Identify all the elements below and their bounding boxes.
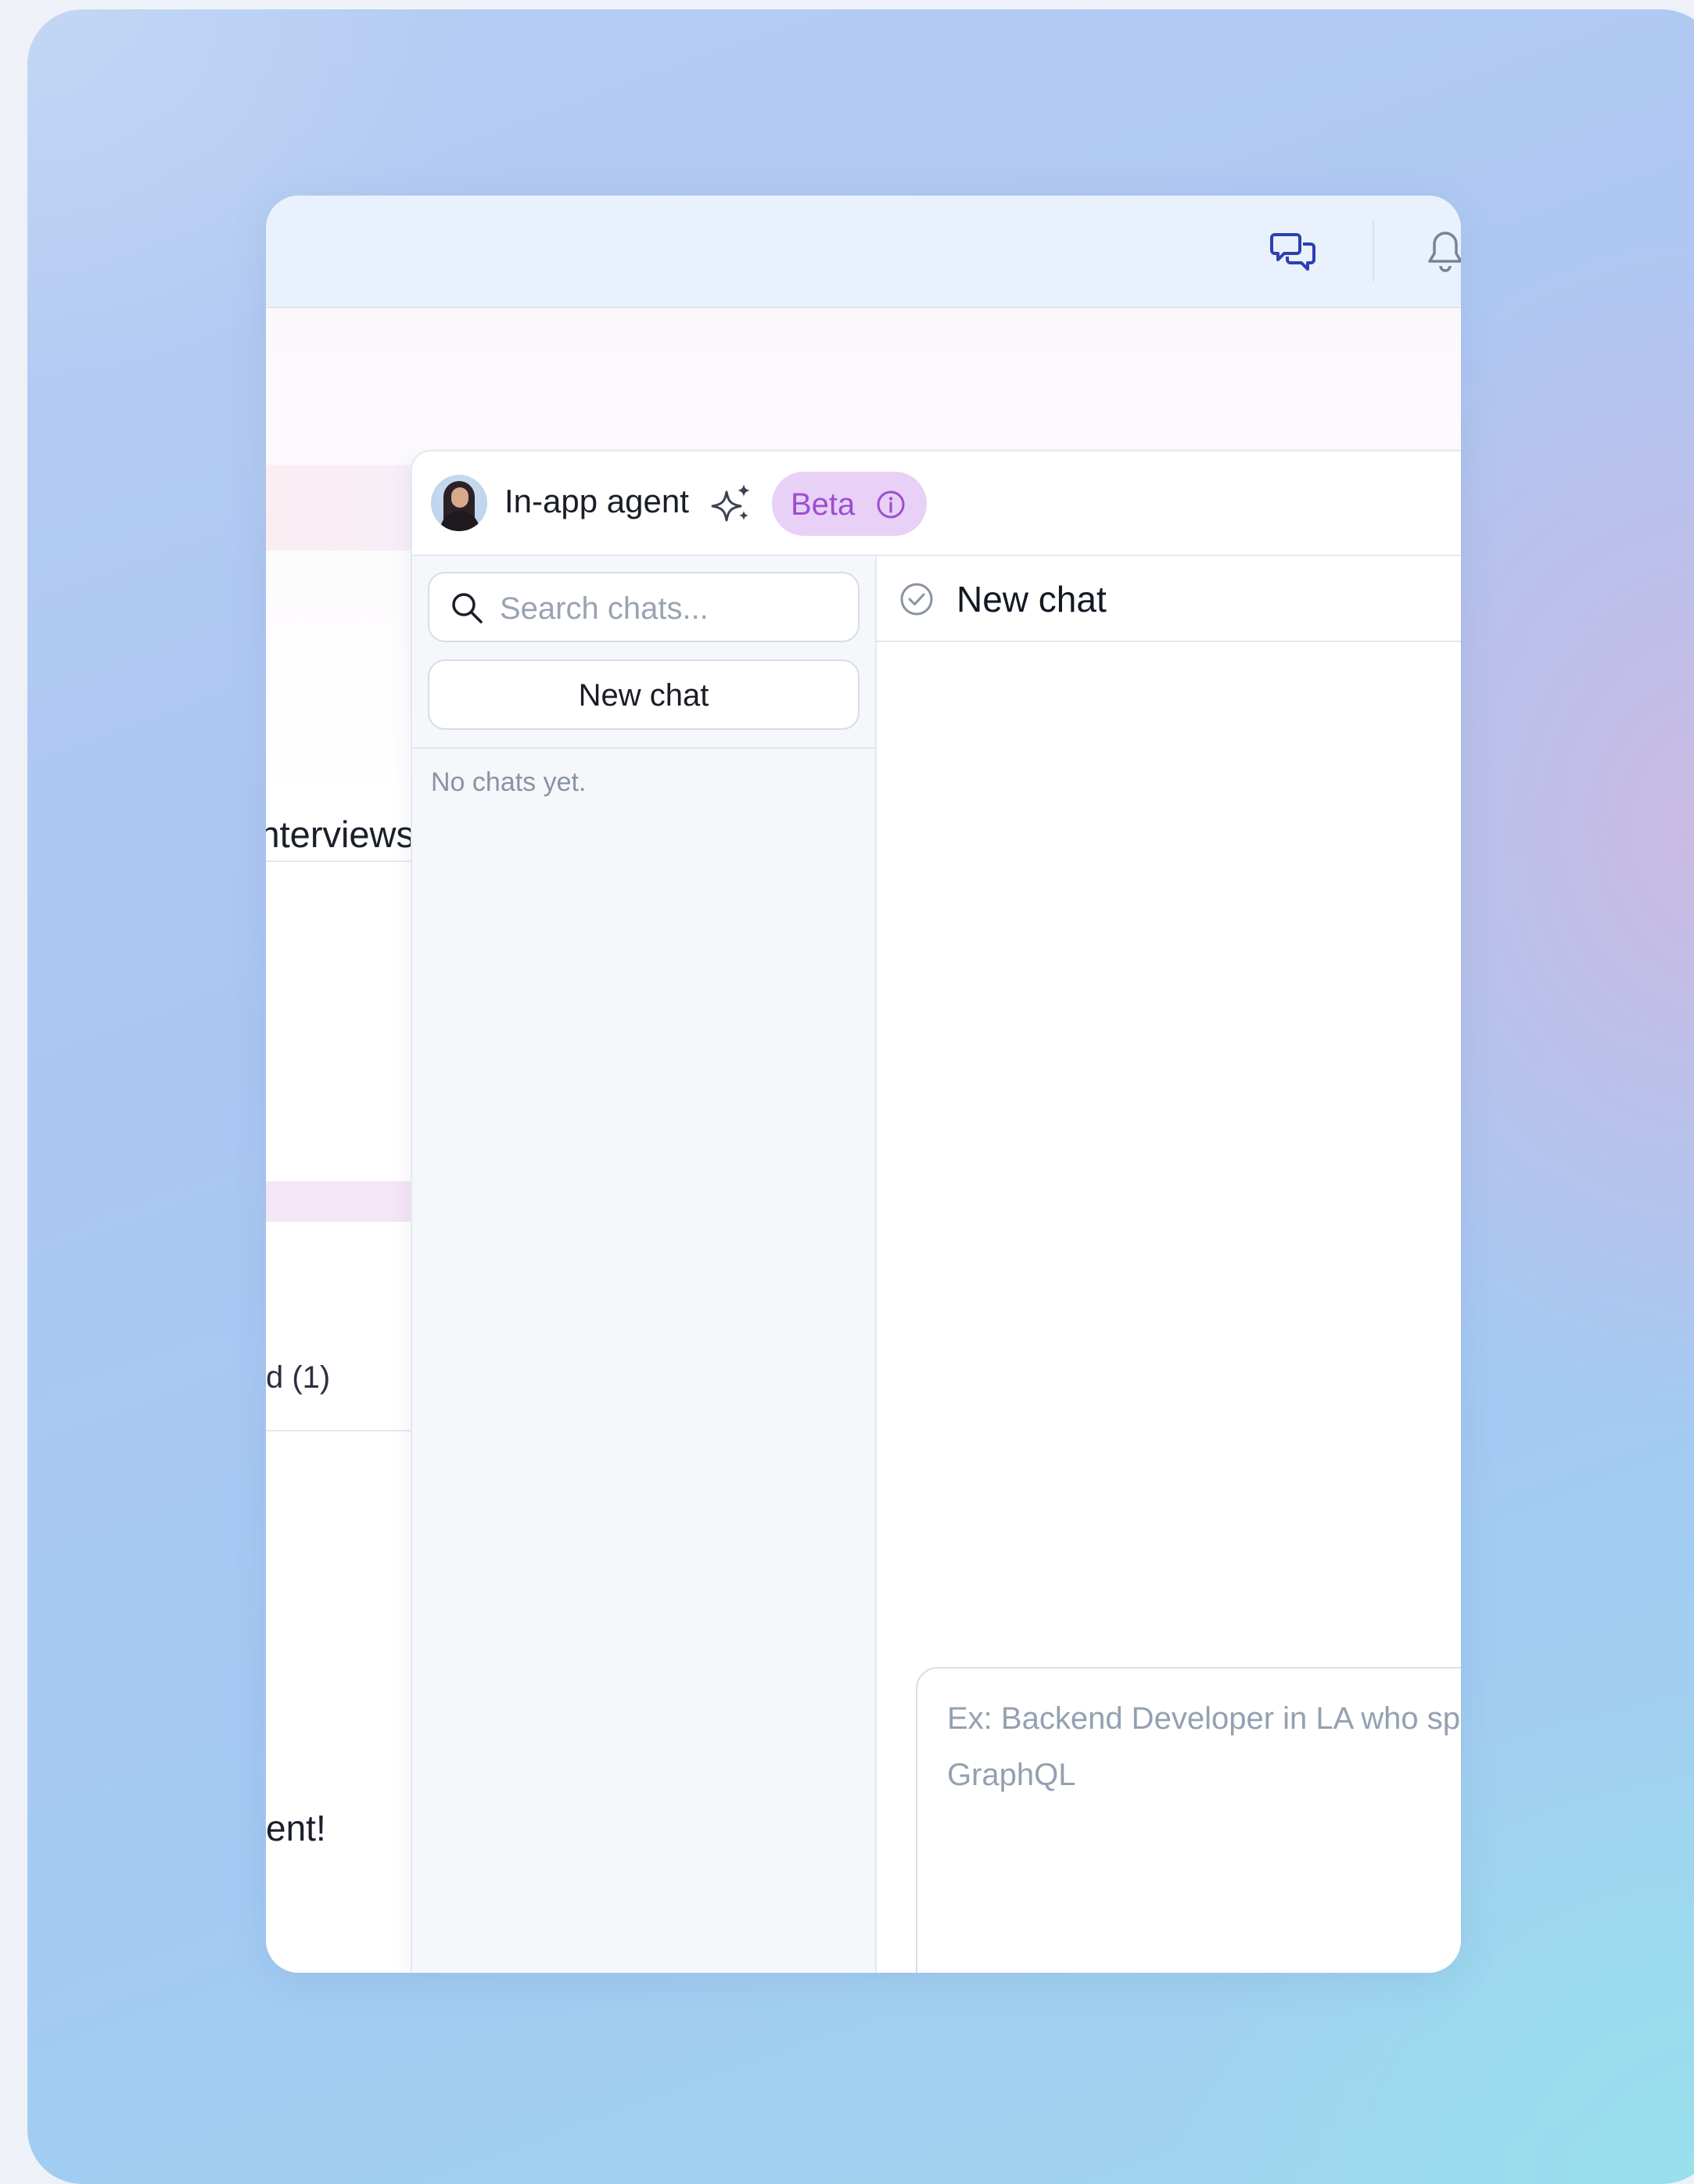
sparkle-icon	[711, 484, 750, 522]
app-window: nterviews d (1) ent! In-app agent Beta S…	[266, 196, 1461, 1973]
search-input[interactable]	[498, 586, 845, 631]
topbar-divider	[1373, 221, 1374, 282]
agent-panel: In-app agent Beta Search chats... New ch…	[411, 450, 1461, 1973]
info-icon[interactable]	[875, 489, 906, 520]
new-chat-button[interactable]: New chat	[428, 659, 860, 730]
bell-icon[interactable]	[1423, 227, 1461, 275]
agent-panel-header: In-app agent Beta	[412, 451, 1461, 556]
background-header-band	[266, 465, 415, 551]
background-heading-fragment: nterviews	[266, 814, 415, 855]
background-count-fragment: d (1)	[266, 1360, 331, 1395]
beta-label: Beta	[791, 487, 856, 522]
search-box[interactable]	[428, 572, 860, 642]
chat-bubbles-icon[interactable]	[1269, 227, 1317, 275]
beta-badge[interactable]: Beta	[772, 472, 927, 536]
empty-chats-message: No chats yet.	[431, 767, 587, 797]
background-divider	[266, 860, 415, 862]
search-icon	[452, 593, 483, 623]
chat-area: New chat	[877, 556, 1461, 1973]
top-bar	[266, 196, 1461, 308]
agent-title: In-app agent	[504, 483, 689, 519]
background-highlight-band	[266, 1181, 415, 1222]
avatar	[431, 475, 487, 531]
message-composer[interactable]	[916, 1667, 1461, 1973]
message-input[interactable]	[946, 1689, 1461, 1973]
sidebar-divider	[412, 747, 875, 749]
chat-header: New chat	[877, 556, 1461, 642]
background-message-fragment: ent!	[266, 1808, 326, 1848]
check-circle-icon	[900, 583, 933, 616]
chat-list-sidebar: New chat No chats yet.	[412, 556, 877, 1973]
chat-title: New chat	[956, 579, 1107, 620]
background-divider	[266, 1430, 415, 1431]
